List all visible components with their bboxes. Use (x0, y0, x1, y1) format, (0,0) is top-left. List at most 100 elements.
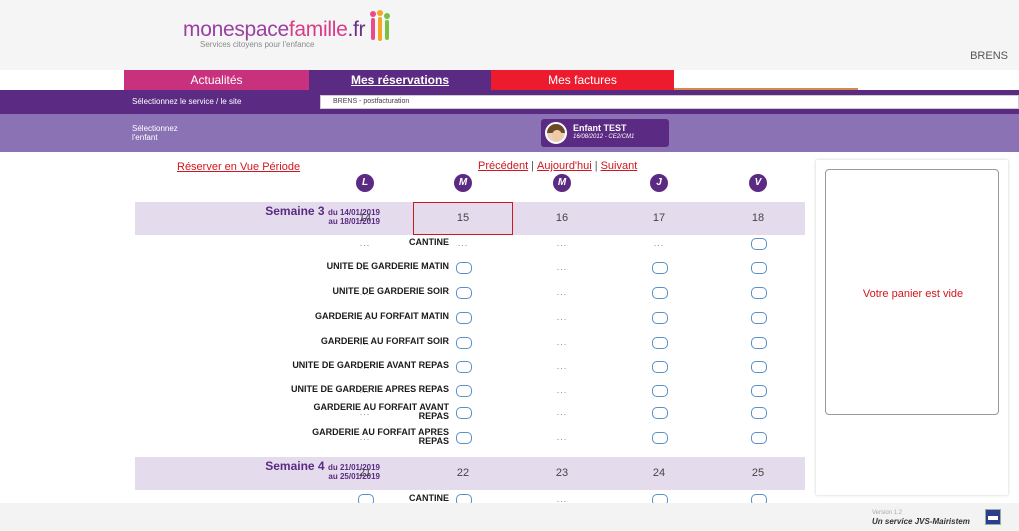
reservation-checkbox[interactable] (652, 385, 668, 397)
service-label: CANTINE (409, 493, 449, 503)
child-avatar (545, 122, 567, 144)
reservation-checkbox[interactable] (456, 407, 472, 419)
service-label: Sélectionnez le service / le site (132, 97, 242, 106)
tab-factures[interactable]: Mes factures (491, 70, 674, 90)
reserve-period-link[interactable]: Réserver en Vue Période (177, 161, 300, 173)
week-navigation: Précédent | Aujourd'hui | Suivant (478, 160, 637, 172)
reservation-checkbox[interactable] (751, 262, 767, 274)
reservation-checkbox[interactable] (456, 361, 472, 373)
logo-subtitle: Services citoyens pour l'enfance (200, 40, 315, 49)
unavailable-marker: ... (457, 238, 469, 248)
reservation-checkbox[interactable] (652, 312, 668, 324)
logo-part-1: monespace (183, 18, 289, 41)
unavailable-marker: ... (556, 287, 568, 297)
day-icon-wednesday: M (553, 174, 571, 192)
reservation-checkbox[interactable] (456, 287, 472, 299)
service-label: GARDERIE AU FORFAIT SOIR (320, 336, 449, 346)
today-highlight (413, 202, 513, 235)
service-select[interactable]: BRENS - postfacturation (320, 95, 1019, 109)
basket: Votre panier est vide (825, 169, 999, 415)
reservation-checkbox[interactable] (456, 262, 472, 274)
unavailable-marker: ... (359, 337, 371, 347)
reservation-checkbox[interactable] (751, 361, 767, 373)
unavailable-marker: ... (359, 432, 371, 442)
unavailable-marker: ... (359, 312, 371, 322)
today-link[interactable]: Aujourd'hui (537, 160, 592, 172)
day-icon-thursday: J (650, 174, 668, 192)
service-row: UNITE DE GARDERIE MATIN...... (135, 258, 805, 280)
unavailable-marker: ... (556, 494, 568, 503)
child-name: Enfant TEST (573, 123, 627, 133)
child-label-line-1: Sélectionnez (132, 124, 178, 133)
reservation-checkbox[interactable] (751, 407, 767, 419)
unavailable-marker: ... (556, 407, 568, 417)
reservation-checkbox[interactable] (751, 432, 767, 444)
reservation-checkbox[interactable] (358, 494, 374, 503)
reservation-checkbox[interactable] (751, 312, 767, 324)
unavailable-marker: ... (359, 238, 371, 248)
reservation-checkbox[interactable] (751, 238, 767, 250)
child-card[interactable]: Enfant TEST 16/08/2012 - CE2/CM1 (541, 119, 669, 147)
service-bar: Sélectionnez le service / le site BRENS … (0, 90, 1019, 114)
day-number: 23 (555, 467, 569, 479)
child-label-line-2: l'enfant (132, 133, 158, 142)
reservation-checkbox[interactable] (751, 385, 767, 397)
reservation-checkbox[interactable] (652, 287, 668, 299)
reservation-checkbox[interactable] (456, 432, 472, 444)
reservation-checkbox[interactable] (652, 407, 668, 419)
reservation-checkbox[interactable] (751, 494, 767, 503)
reservation-checkbox[interactable] (751, 337, 767, 349)
service-label: UNITE DE GARDERIE MATIN (326, 261, 449, 271)
day-number: 22 (456, 467, 470, 479)
reservation-checkbox[interactable] (751, 287, 767, 299)
reservation-checkbox[interactable] (652, 361, 668, 373)
city-name: BRENS (970, 50, 1008, 62)
tab-reservations[interactable]: Mes réservations (309, 70, 491, 90)
reservation-checkbox[interactable] (456, 385, 472, 397)
day-number: 14 (358, 212, 372, 224)
reservation-checkbox[interactable] (652, 494, 668, 503)
unavailable-marker: ... (359, 407, 371, 417)
unavailable-marker: ... (556, 312, 568, 322)
service-row: CANTINE............ (135, 234, 805, 256)
unavailable-marker: ... (556, 238, 568, 248)
nav-separator: | (594, 160, 598, 172)
unavailable-marker: ... (556, 337, 568, 347)
child-select-label: Sélectionnez l'enfant (132, 124, 212, 142)
reservation-checkbox[interactable] (652, 432, 668, 444)
day-number: 24 (652, 467, 666, 479)
reservation-checkbox[interactable] (652, 262, 668, 274)
tab-actualites[interactable]: Actualités (124, 70, 309, 90)
reservation-checkbox[interactable] (652, 337, 668, 349)
reservation-checkbox[interactable] (456, 494, 472, 503)
service-label: GARDERIE AU FORFAIT MATIN (315, 311, 449, 321)
week-header: Semaine 4 du 21/01/2019 au 25/01/2019 21… (135, 457, 805, 490)
avatar-face (552, 130, 562, 141)
day-number: 17 (652, 212, 666, 224)
week-number: Semaine 4 (265, 459, 325, 473)
logo-part-3: .fr (347, 18, 366, 41)
jvs-logo-icon (985, 509, 1001, 525)
service-label: UNITE DE GARDERIE AVANT REPAS (292, 360, 449, 370)
prev-link[interactable]: Précédent (478, 160, 528, 172)
day-number: 25 (751, 467, 765, 479)
basket-empty-text: Votre panier est vide (862, 288, 964, 300)
unavailable-marker: ... (556, 385, 568, 395)
service-row: GARDERIE AU FORFAIT MATIN...... (135, 308, 805, 330)
page: monespacefamille.fr Services citoyens po… (0, 0, 1019, 531)
day-number: 18 (751, 212, 765, 224)
site-logo[interactable]: monespacefamille.fr (183, 18, 366, 42)
service-label-line-2: REPAS (418, 436, 449, 446)
reservation-checkbox[interactable] (456, 337, 472, 349)
unavailable-marker: ... (556, 361, 568, 371)
header: monespacefamille.fr Services citoyens po… (0, 0, 1019, 70)
version-label: Version 1.2 (872, 510, 903, 516)
family-figures-icon (370, 10, 390, 41)
reservation-checkbox[interactable] (456, 312, 472, 324)
day-icon-tuesday: M (454, 174, 472, 192)
next-link[interactable]: Suivant (601, 160, 638, 172)
service-row: UNITE DE GARDERIE APRES REPAS...... (135, 381, 805, 403)
unavailable-marker: ... (653, 238, 665, 248)
service-label: GARDERIE AU FORFAIT AVANT REPAS (249, 403, 450, 421)
unavailable-marker: ... (359, 385, 371, 395)
